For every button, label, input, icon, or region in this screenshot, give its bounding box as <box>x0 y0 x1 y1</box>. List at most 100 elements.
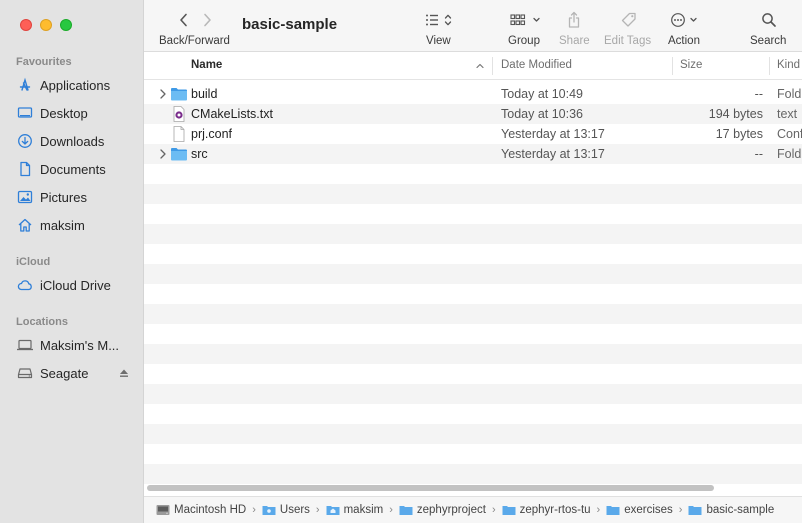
sort-ascending-icon <box>475 61 485 71</box>
close-window-button[interactable] <box>20 19 32 31</box>
file-date: Today at 10:49 <box>501 87 584 101</box>
cmake-file-icon <box>170 106 188 122</box>
file-date: Yesterday at 13:17 <box>501 147 605 161</box>
sidebar-item-downloads[interactable]: Downloads <box>16 130 136 152</box>
file-size: -- <box>754 147 763 161</box>
group-label: Group <box>508 35 540 47</box>
folder-icon <box>262 504 276 516</box>
sidebar-item-label: maksim <box>40 217 85 233</box>
share-button[interactable] <box>567 11 581 29</box>
disclosure-chevron-icon[interactable] <box>158 148 168 160</box>
sidebar-item-icloud-drive[interactable]: iCloud Drive <box>16 274 136 296</box>
path-item-users[interactable]: Users › <box>262 504 326 516</box>
cloud-icon <box>16 276 34 294</box>
edit-tags-label: Edit Tags <box>604 35 652 47</box>
horizontal-scrollbar[interactable] <box>147 485 714 491</box>
file-size: -- <box>754 87 763 101</box>
path-item-basic-sample[interactable]: basic-sample <box>688 504 774 516</box>
sidebar-item-label: Applications <box>40 77 111 93</box>
column-size[interactable]: Size <box>680 59 702 71</box>
group-button[interactable] <box>510 11 542 29</box>
maximize-window-button[interactable] <box>60 19 72 31</box>
search-icon[interactable] <box>761 11 777 29</box>
finder-window: Favourites Applications Desktop Download… <box>0 0 802 523</box>
file-row-cmakelists[interactable]: CMakeLists.txt Today at 10:36 194 bytes … <box>144 104 802 124</box>
sidebar-item-label: Downloads <box>40 133 105 149</box>
toolbar: Back/Forward basic-sample View Group Sha… <box>144 0 802 52</box>
sidebar-item-computer[interactable]: Maksim's M... <box>16 334 136 356</box>
sidebar-item-seagate[interactable]: Seagate <box>16 362 136 384</box>
disclosure-chevron-icon[interactable] <box>158 88 168 100</box>
folder-icon <box>502 504 516 516</box>
applications-icon <box>16 76 34 94</box>
file-kind: Conf <box>777 127 802 141</box>
file-name: prj.conf <box>191 127 232 141</box>
sidebar-item-label: Desktop <box>40 105 88 121</box>
path-item-macintosh-hd[interactable]: Macintosh HD › <box>156 504 262 516</box>
pictures-icon <box>16 188 34 206</box>
file-row-src[interactable]: src Yesterday at 13:17 -- Fold <box>144 144 802 164</box>
folder-icon <box>606 504 620 516</box>
column-date-modified[interactable]: Date Modified <box>501 59 572 71</box>
path-separator-icon: › <box>596 504 601 516</box>
hard-drive-icon <box>156 504 170 516</box>
column-header: Name Date Modified Size Kind <box>144 52 802 80</box>
action-label: Action <box>668 35 700 47</box>
sidebar-item-applications[interactable]: Applications <box>16 74 136 96</box>
file-size: 17 bytes <box>715 127 763 141</box>
file-name: build <box>191 87 218 101</box>
home-folder-icon <box>326 504 340 516</box>
forward-button[interactable] <box>201 11 213 29</box>
documents-icon <box>16 160 34 178</box>
file-date: Today at 10:36 <box>501 107 584 121</box>
column-separator[interactable] <box>769 57 770 75</box>
path-separator-icon: › <box>491 504 496 516</box>
path-item-exercises[interactable]: exercises › <box>606 504 688 516</box>
file-name: CMakeLists.txt <box>191 107 273 121</box>
column-name[interactable]: Name <box>191 59 222 71</box>
file-list: build Today at 10:49 -- Fold CMakeLists.… <box>144 84 802 484</box>
column-separator[interactable] <box>672 57 673 75</box>
path-bar: Macintosh HD › Users › maksim › zephyrpr… <box>144 496 802 523</box>
folder-icon <box>399 504 413 516</box>
view-label: View <box>426 35 451 47</box>
path-item-maksim[interactable]: maksim › <box>326 504 399 516</box>
drive-icon <box>16 364 34 382</box>
path-separator-icon: › <box>389 504 393 516</box>
column-separator[interactable] <box>492 57 493 75</box>
sidebar-section-locations: Locations <box>16 316 68 328</box>
file-name: src <box>191 147 208 161</box>
view-button[interactable] <box>424 11 454 29</box>
sidebar-section-favourites: Favourites <box>16 56 72 68</box>
file-kind: text <box>777 107 798 121</box>
sidebar-item-label: iCloud Drive <box>40 277 111 293</box>
file-date: Yesterday at 13:17 <box>501 127 605 141</box>
column-kind[interactable]: Kind <box>777 59 800 71</box>
sidebar-item-home[interactable]: maksim <box>16 214 136 236</box>
action-button[interactable] <box>670 11 702 29</box>
sidebar-item-documents[interactable]: Documents <box>16 158 136 180</box>
path-separator-icon: › <box>678 504 683 516</box>
window-title: basic-sample <box>242 16 338 33</box>
file-row-prj-conf[interactable]: prj.conf Yesterday at 13:17 17 bytes Con… <box>144 124 802 144</box>
nav-label: Back/Forward <box>159 35 230 47</box>
sidebar-item-pictures[interactable]: Pictures <box>16 186 136 208</box>
search-label: Search <box>750 35 787 47</box>
desktop-icon <box>16 104 34 122</box>
file-row-build[interactable]: build Today at 10:49 -- Fold <box>144 84 802 104</box>
back-button[interactable] <box>177 11 189 29</box>
edit-tags-button[interactable] <box>620 11 638 29</box>
sidebar-section-icloud: iCloud <box>16 256 51 268</box>
folder-icon <box>170 146 188 162</box>
path-item-zephyr-rtos[interactable]: zephyr-rtos-tu › <box>502 504 607 516</box>
sidebar-item-label: Documents <box>40 161 106 177</box>
path-item-zephyrproject[interactable]: zephyrproject › <box>399 504 502 516</box>
window-controls <box>20 19 72 31</box>
eject-icon[interactable] <box>118 366 130 380</box>
minimize-window-button[interactable] <box>40 19 52 31</box>
downloads-icon <box>16 132 34 150</box>
path-separator-icon: › <box>315 504 320 516</box>
file-size: 194 bytes <box>708 107 763 121</box>
sidebar-item-desktop[interactable]: Desktop <box>16 102 136 124</box>
sidebar-item-label: Seagate <box>40 365 89 381</box>
